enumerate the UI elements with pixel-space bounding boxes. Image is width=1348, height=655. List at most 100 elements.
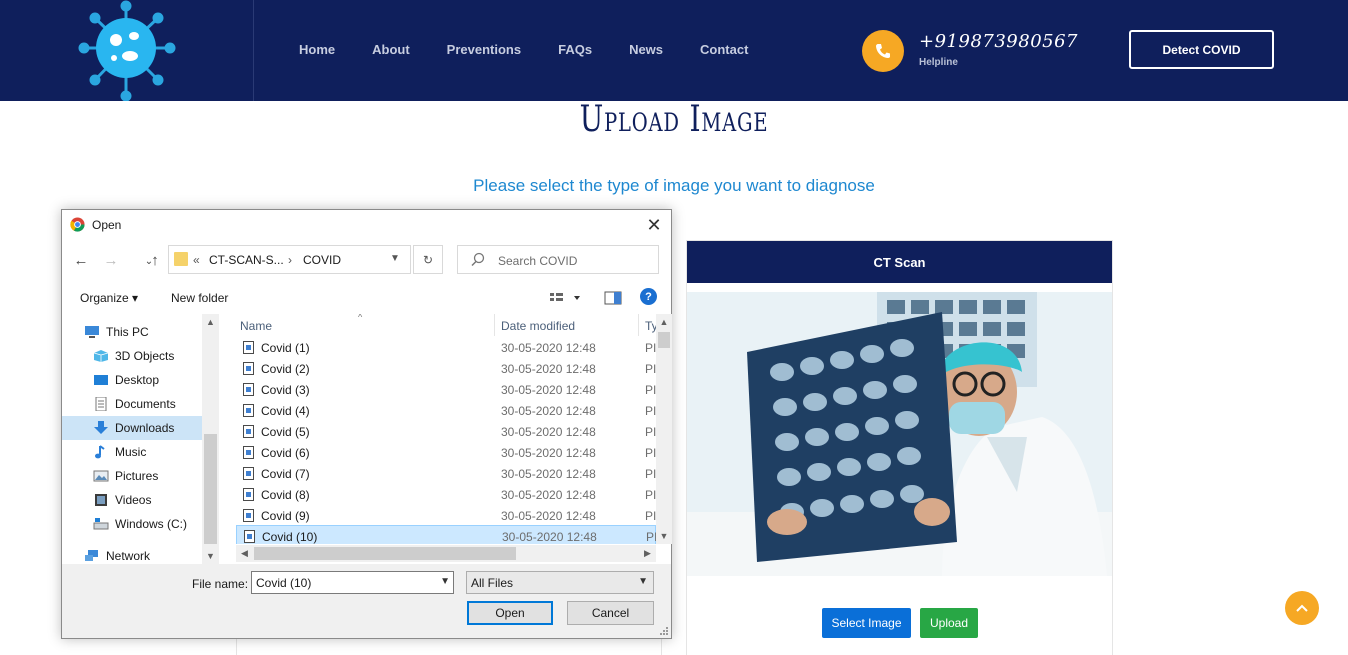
nav-preventions[interactable]: Preventions: [447, 42, 521, 57]
virus-logo-icon[interactable]: [70, 0, 182, 101]
file-type: PI: [646, 530, 656, 544]
file-name: Covid (5): [261, 425, 310, 439]
view-options-icon[interactable]: [548, 289, 584, 307]
up-arrow-icon[interactable]: ↑: [144, 250, 166, 270]
file-row[interactable]: Covid (5) 30-05-2020 12:48 PI: [236, 421, 656, 442]
column-header-name[interactable]: Name: [240, 319, 272, 339]
scroll-down-icon[interactable]: ▼: [202, 548, 219, 564]
scroll-to-top-button[interactable]: [1285, 591, 1319, 625]
nav-home[interactable]: Home: [299, 42, 335, 57]
scroll-up-icon[interactable]: ▲: [656, 314, 672, 330]
dialog-titlebar[interactable]: Open ✕: [62, 210, 671, 240]
videos-icon: [95, 494, 107, 506]
image-file-icon: [244, 530, 255, 543]
horizontal-scroll-thumb[interactable]: [254, 547, 516, 560]
nav-pane-item-music[interactable]: Music: [62, 440, 202, 464]
nav-contact[interactable]: Contact: [700, 42, 748, 57]
address-bar[interactable]: « CT-SCAN-S... › COVID ▼: [168, 245, 411, 274]
nav-pane-scroll-thumb[interactable]: [204, 434, 217, 544]
page-title: Upload Image: [579, 99, 769, 140]
file-row[interactable]: Covid (9) 30-05-2020 12:48 PI: [236, 505, 656, 526]
address-overflow[interactable]: «: [193, 253, 200, 267]
chevron-down-icon[interactable]: ▼: [638, 576, 648, 587]
close-icon[interactable]: ✕: [643, 214, 665, 236]
select-image-button[interactable]: Select Image: [822, 608, 911, 638]
file-name: Covid (9): [261, 509, 310, 523]
back-arrow-icon[interactable]: ←: [70, 250, 92, 270]
chevron-down-icon[interactable]: ▼: [390, 253, 400, 264]
nav-pane-item-downloads[interactable]: Downloads: [62, 416, 202, 440]
file-name: Covid (4): [261, 404, 310, 418]
file-row[interactable]: Covid (2) 30-05-2020 12:48 PI: [236, 358, 656, 379]
column-header-type[interactable]: Ty: [645, 319, 656, 339]
address-segment[interactable]: COVID: [303, 253, 341, 267]
forward-arrow-icon[interactable]: →: [100, 250, 122, 270]
upload-button[interactable]: Upload: [920, 608, 978, 638]
file-type: PI: [645, 425, 656, 439]
file-row[interactable]: Covid (7) 30-05-2020 12:48 PI: [236, 463, 656, 484]
file-name: Covid (7): [261, 467, 310, 481]
scroll-right-icon[interactable]: ▶: [639, 545, 656, 561]
image-file-icon: [243, 383, 254, 396]
file-row-selected[interactable]: Covid (10) 30-05-2020 12:48 PI: [236, 525, 656, 544]
column-separator[interactable]: [638, 314, 639, 336]
dialog-toolbar: Organize ▾ New folder ?: [62, 286, 671, 310]
pc-icon: [85, 326, 99, 338]
network-icon: [85, 550, 98, 561]
nav-about[interactable]: About: [372, 42, 410, 57]
chevron-down-icon[interactable]: ▼: [440, 576, 450, 587]
search-placeholder: Search COVID: [498, 254, 578, 268]
file-name: Covid (1): [261, 341, 310, 355]
nav-pane-item-windows-c[interactable]: Windows (C:): [62, 512, 202, 536]
file-row[interactable]: Covid (6) 30-05-2020 12:48 PI: [236, 442, 656, 463]
file-date: 30-05-2020 12:48: [501, 383, 596, 397]
nav-pane-item-documents[interactable]: Documents: [62, 392, 202, 416]
column-header-date[interactable]: Date modified: [501, 319, 575, 339]
nav-pane-item-desktop[interactable]: Desktop: [62, 368, 202, 392]
desktop-icon: [94, 375, 108, 385]
open-button[interactable]: Open: [467, 601, 553, 625]
page: Home About Preventions FAQs News Contact…: [0, 0, 1348, 655]
column-separator[interactable]: [494, 314, 495, 336]
file-name: Covid (10): [262, 530, 318, 544]
refresh-icon[interactable]: ↻: [413, 245, 443, 274]
address-segment[interactable]: CT-SCAN-S...: [209, 253, 284, 267]
nav-pane-item-this-pc[interactable]: This PC: [62, 320, 202, 344]
detect-covid-button[interactable]: Detect COVID: [1129, 30, 1274, 69]
chrome-icon: [70, 217, 85, 232]
music-icon: [95, 445, 105, 459]
file-list-horizontal-scrollbar[interactable]: ◀ ▶: [236, 545, 656, 562]
file-row[interactable]: Covid (4) 30-05-2020 12:48 PI: [236, 400, 656, 421]
new-folder-button[interactable]: New folder: [171, 291, 228, 305]
cancel-button[interactable]: Cancel: [567, 601, 654, 625]
scroll-up-icon[interactable]: ▲: [202, 314, 219, 330]
help-icon[interactable]: ?: [640, 288, 657, 305]
nav-pane-item-pictures[interactable]: Pictures: [62, 464, 202, 488]
file-row[interactable]: Covid (1) 30-05-2020 12:48 PI: [236, 337, 656, 358]
file-row[interactable]: Covid (3) 30-05-2020 12:48 PI: [236, 379, 656, 400]
scroll-down-icon[interactable]: ▼: [656, 528, 672, 544]
file-row[interactable]: Covid (8) 30-05-2020 12:48 PI: [236, 484, 656, 505]
file-list-vertical-scrollbar[interactable]: ▲ ▼: [656, 314, 672, 544]
file-date: 30-05-2020 12:48: [502, 530, 597, 544]
nav-pane-item-3d-objects[interactable]: 3D Objects: [62, 344, 202, 368]
file-list-scroll-thumb[interactable]: [658, 332, 670, 348]
nav-pane-scrollbar[interactable]: ▲ ▼: [202, 314, 219, 564]
nav-faqs[interactable]: FAQs: [558, 42, 592, 57]
search-input[interactable]: Search COVID: [457, 245, 659, 274]
nav-pane-item-videos[interactable]: Videos: [62, 488, 202, 512]
chevron-up-icon: [1296, 604, 1308, 612]
file-name-input[interactable]: Covid (10) ▼: [251, 571, 454, 594]
address-separator: ›: [288, 253, 292, 267]
preview-pane-icon[interactable]: [604, 289, 622, 307]
nav-pane-label: Network: [106, 549, 151, 563]
nav-news[interactable]: News: [629, 42, 663, 57]
file-type-select[interactable]: All Files ▼: [466, 571, 654, 594]
scroll-left-icon[interactable]: ◀: [236, 545, 253, 561]
nav-pane-label: This PC: [106, 325, 149, 339]
file-date: 30-05-2020 12:48: [501, 509, 596, 523]
file-date: 30-05-2020 12:48: [501, 425, 596, 439]
file-name-label: File name:: [192, 577, 249, 591]
resize-grip-icon[interactable]: [659, 626, 669, 636]
organize-button[interactable]: Organize ▾: [80, 291, 138, 305]
